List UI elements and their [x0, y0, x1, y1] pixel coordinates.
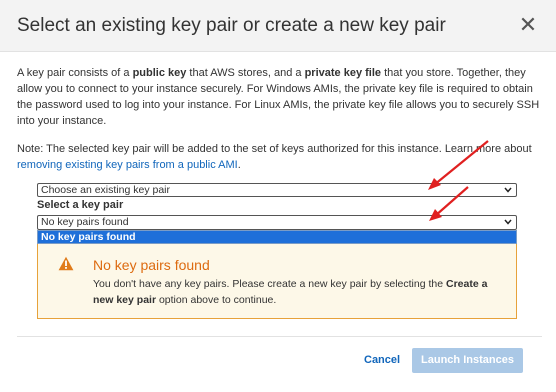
warning-icon	[58, 256, 74, 271]
select-key-pair-label: Select a key pair	[37, 199, 124, 211]
warning-text: You don't have any key pairs. Please cre…	[93, 278, 446, 290]
chevron-down-icon	[504, 219, 512, 225]
key-pair-action-value: Choose an existing key pair	[41, 184, 170, 196]
dropdown-option[interactable]: No key pairs found	[38, 231, 516, 243]
intro-bold-public-key: public key	[132, 67, 187, 79]
key-pair-dialog: Select an existing key pair or create a …	[0, 0, 556, 392]
key-pair-select-value: No key pairs found	[41, 216, 129, 228]
intro-text: that AWS stores, and a	[186, 67, 305, 79]
dialog-header: Select an existing key pair or create a …	[0, 0, 556, 52]
footer-divider	[17, 336, 542, 337]
warning-text: option above to continue.	[156, 294, 277, 306]
cancel-button[interactable]: Cancel	[364, 354, 400, 366]
warning-message: You don't have any key pairs. Please cre…	[93, 276, 503, 308]
launch-instances-button[interactable]: Launch Instances	[412, 348, 523, 373]
remove-key-pairs-link[interactable]: removing existing key pairs from a publi…	[17, 159, 238, 171]
warning-box: No key pairs found You don't have any ke…	[37, 244, 517, 319]
intro-bold-private-key: private key file	[304, 67, 382, 79]
intro-paragraph: A key pair consists of a public key that…	[17, 65, 542, 129]
intro-text: A key pair consists of a	[17, 67, 133, 79]
chevron-down-icon	[504, 187, 512, 193]
annotation-arrow	[429, 186, 469, 221]
key-pair-dropdown-list: No key pairs found	[37, 230, 517, 244]
close-icon[interactable]: ✕	[518, 14, 538, 36]
dialog-title: Select an existing key pair or create a …	[17, 15, 446, 36]
warning-title: No key pairs found	[93, 257, 210, 273]
note-text: .	[237, 159, 241, 171]
